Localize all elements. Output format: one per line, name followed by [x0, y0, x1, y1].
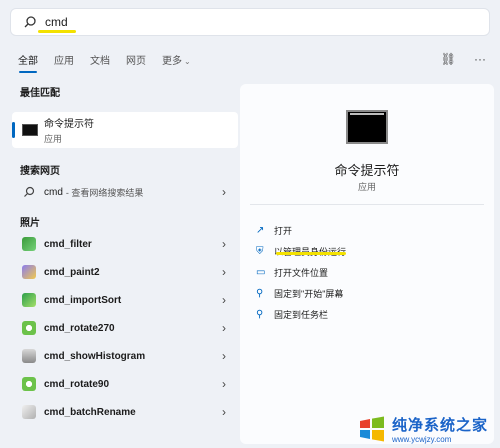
chevron-right-icon: › [222, 293, 226, 307]
results-pane: 最佳匹配 命令提示符 应用 搜索网页 cmd - 查看网络搜索结果 › 照片 c… [12, 84, 238, 426]
best-match-title: 命令提示符 [44, 119, 94, 130]
chevron-right-icon: › [222, 349, 226, 363]
list-item[interactable]: cmd_showHistogram › [12, 342, 238, 370]
windows-logo-icon [360, 416, 384, 442]
photo-name: cmd_batchRename [44, 406, 136, 418]
top-icons: ⛓ ··· [441, 52, 486, 66]
web-search-suffix: - 查看网络搜索结果 [65, 187, 144, 198]
action-label: 打开 [274, 226, 293, 236]
tab-documents[interactable]: 文档 [90, 52, 110, 73]
more-options-icon[interactable]: ··· [474, 52, 486, 66]
list-item[interactable]: cmd_rotate270 › [12, 314, 238, 342]
action-pin-to-start[interactable]: ⚲ 固定到"开始"屏幕 [256, 283, 346, 304]
paint-icon [22, 265, 36, 279]
action-pin-to-taskbar[interactable]: ⚲ 固定到任务栏 [256, 304, 346, 325]
photo-name: cmd_rotate270 [44, 322, 115, 334]
tab-bar: 全部 应用 文档 网页 更多 ⌄ [18, 52, 191, 73]
open-icon: ↗ [256, 224, 265, 236]
action-open[interactable]: ↗ 打开 [256, 220, 346, 241]
photo-name: cmd_rotate90 [44, 378, 110, 390]
search-icon [22, 185, 36, 199]
chevron-right-icon: › [222, 185, 226, 199]
tab-web[interactable]: 网页 [126, 52, 146, 73]
best-match-subtitle: 应用 [44, 134, 63, 144]
rename-icon [22, 405, 36, 419]
section-photos: 照片 [20, 218, 40, 229]
watermark-title: 纯净系统之家 [392, 417, 489, 434]
photo-name: cmd_showHistogram [44, 350, 146, 362]
list-item[interactable]: cmd_importSort › [12, 286, 238, 314]
chevron-right-icon: › [222, 265, 226, 279]
action-open-file-location[interactable]: ▭ 打开文件位置 [256, 262, 346, 283]
pin-icon: ⚲ [256, 308, 264, 320]
rotate-icon [22, 321, 36, 335]
tab-more-label: 更多 [162, 56, 182, 67]
search-icon [23, 15, 37, 29]
web-search-query: cmd [44, 186, 63, 198]
best-match-item[interactable]: 命令提示符 应用 [12, 112, 238, 148]
chevron-right-icon: › [222, 237, 226, 251]
tab-all[interactable]: 全部 [18, 52, 38, 73]
shield-icon: ⛨ [256, 245, 264, 257]
web-search-item[interactable]: cmd - 查看网络搜索结果 › [12, 178, 238, 206]
photo-name: cmd_importSort [44, 294, 122, 306]
action-label: 固定到"开始"屏幕 [274, 289, 344, 299]
watermark-url: www.ycwjzy.com [392, 435, 452, 444]
rotate-icon [22, 377, 36, 391]
list-item[interactable]: cmd_filter › [12, 230, 238, 258]
cmd-app-icon-large [346, 110, 388, 144]
chevron-right-icon: › [222, 377, 226, 391]
detail-panel: 命令提示符 应用 ↗ 打开 ⛨ 以管理员身份运行 ▭ 打开文件位置 ⚲ 固定到"… [240, 84, 494, 444]
action-list: ↗ 打开 ⛨ 以管理员身份运行 ▭ 打开文件位置 ⚲ 固定到"开始"屏幕 ⚲ 固… [256, 220, 346, 325]
folder-icon: ▭ [256, 266, 266, 278]
list-item[interactable]: cmd_paint2 › [12, 258, 238, 286]
detail-app-name: 命令提示符 [334, 163, 400, 178]
search-box[interactable] [10, 8, 490, 36]
sort-icon [22, 293, 36, 307]
search-input[interactable] [45, 15, 345, 29]
annotation-underline [276, 252, 346, 255]
watermark: 纯净系统之家 www.ycwjzy.com [358, 412, 494, 446]
histogram-icon [22, 349, 36, 363]
divider [250, 204, 484, 205]
chevron-right-icon: › [222, 321, 226, 335]
pin-icon: ⚲ [256, 287, 264, 299]
section-best-match: 最佳匹配 [20, 88, 60, 99]
tab-apps[interactable]: 应用 [54, 52, 74, 73]
photo-name: cmd_filter [44, 238, 92, 250]
list-item[interactable]: cmd_batchRename › [12, 398, 238, 426]
action-label: 打开文件位置 [274, 268, 329, 278]
share-icon[interactable]: ⛓ [441, 52, 456, 66]
chevron-right-icon: › [222, 405, 226, 419]
section-web-search: 搜索网页 [20, 166, 60, 177]
action-label: 固定到任务栏 [274, 310, 329, 320]
tab-more[interactable]: 更多 ⌄ [162, 52, 191, 73]
photo-icon [22, 237, 36, 251]
chevron-down-icon: ⌄ [184, 57, 191, 66]
annotation-underline [38, 30, 76, 33]
list-item[interactable]: cmd_rotate90 › [12, 370, 238, 398]
cmd-app-icon [22, 124, 38, 136]
photo-name: cmd_paint2 [44, 266, 100, 278]
detail-app-type: 应用 [357, 182, 376, 192]
